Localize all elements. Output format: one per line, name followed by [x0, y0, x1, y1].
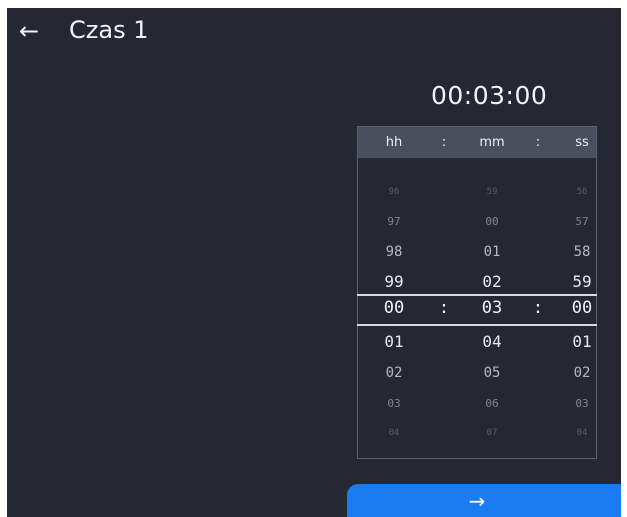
- next-button[interactable]: →: [347, 484, 621, 517]
- seconds-wheel-item[interactable]: 56: [552, 180, 612, 204]
- minutes-wheel-item[interactable]: 05: [462, 361, 522, 385]
- minutes-wheel-item[interactable]: 04: [462, 330, 522, 354]
- right-arrow-icon: →: [468, 489, 486, 513]
- hours-column-label: hh: [385, 135, 403, 150]
- selection-band: [357, 294, 597, 326]
- page-title: Czas 1: [69, 16, 149, 44]
- picker-header: hh : mm : ss: [358, 127, 596, 158]
- hours-wheel-item[interactable]: 98: [364, 240, 424, 264]
- seconds-wheel-item[interactable]: 02: [552, 361, 612, 385]
- minutes-wheel-item[interactable]: 59: [462, 180, 522, 204]
- minutes-column-label: mm: [479, 135, 505, 150]
- hours-wheel-item[interactable]: 97: [364, 210, 424, 234]
- hours-wheel-item[interactable]: 99: [364, 270, 424, 294]
- hours-wheel-item[interactable]: 04: [364, 421, 424, 445]
- time-display: 00:03:00: [431, 81, 548, 110]
- minutes-wheel-item[interactable]: 06: [462, 392, 522, 416]
- seconds-wheel-item[interactable]: 57: [552, 210, 612, 234]
- minutes-wheel-item[interactable]: 02: [462, 270, 522, 294]
- minutes-wheel-item[interactable]: 01: [462, 240, 522, 264]
- hours-wheel-item[interactable]: 03: [364, 392, 424, 416]
- seconds-column-label: ss: [575, 135, 589, 150]
- seconds-wheel-item[interactable]: 01: [552, 330, 612, 354]
- back-arrow-icon[interactable]: ←: [19, 17, 39, 45]
- seconds-wheel-item[interactable]: 04: [552, 421, 612, 445]
- seconds-wheel-item[interactable]: 03: [552, 392, 612, 416]
- minutes-wheel-item[interactable]: 07: [462, 421, 522, 445]
- hours-wheel-item[interactable]: 01: [364, 330, 424, 354]
- time-picker[interactable]: hh : mm : ss 96 59 56 97 00 57 98 01 58 99 02 59 00 0…: [357, 126, 597, 459]
- hours-wheel-item[interactable]: 96: [364, 180, 424, 204]
- hours-wheel-item[interactable]: 02: [364, 361, 424, 385]
- minutes-wheel-item[interactable]: 00: [462, 210, 522, 234]
- time-setting-screen: ← Czas 1 00:03:00 hh : mm : ss 96 59 56 97 0…: [7, 8, 621, 517]
- seconds-wheel-item[interactable]: 58: [552, 240, 612, 264]
- seconds-wheel-item[interactable]: 59: [552, 270, 612, 294]
- header-separator: :: [535, 135, 541, 150]
- header-separator: :: [441, 135, 447, 150]
